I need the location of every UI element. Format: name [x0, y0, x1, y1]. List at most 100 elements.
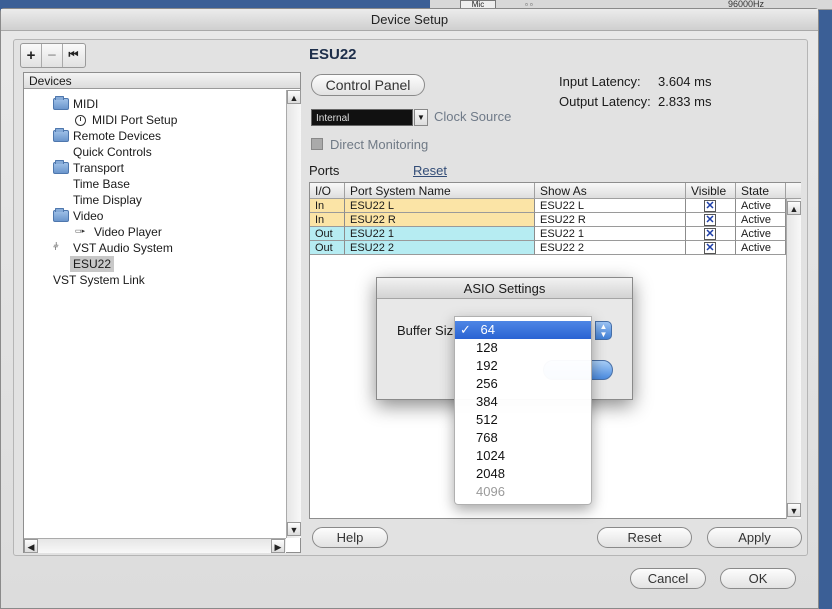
help-button[interactable]: Help	[312, 527, 388, 548]
chevron-down-icon[interactable]: ▼	[414, 109, 428, 126]
control-panel-button[interactable]: Control Panel	[311, 74, 425, 96]
row-port-name: ESU22 R	[345, 213, 535, 227]
row-port-name: ESU22 L	[345, 199, 535, 213]
tree-item-vst-audio-system[interactable]: ⫩ VST Audio System	[53, 240, 173, 256]
direct-monitoring-label: Direct Monitoring	[330, 137, 429, 152]
tree-item-video[interactable]: Video	[53, 208, 103, 224]
clock-source-label: Clock Source	[434, 109, 512, 124]
tree-item-time-base[interactable]: Time Base	[73, 176, 130, 192]
column-header-visible[interactable]: Visible	[686, 183, 736, 199]
column-header-state[interactable]: State	[736, 183, 786, 199]
devices-vertical-scrollbar[interactable]: ▲ ▼	[286, 90, 301, 538]
tree-item-label: VST Audio System	[73, 241, 173, 255]
row-show-as[interactable]: ESU22 L	[535, 199, 686, 213]
devices-toolbar: + − ⏮	[20, 43, 86, 68]
table-row[interactable]: In ESU22 R ESU22 R ✕ Active	[310, 213, 786, 227]
scroll-down-arrow-icon[interactable]: ▼	[287, 522, 301, 536]
clock-source-select[interactable]: Internal	[311, 109, 413, 126]
apply-button[interactable]: Apply	[707, 527, 802, 548]
buffer-option[interactable]: 128	[455, 339, 591, 357]
ports-label: Ports	[309, 163, 340, 178]
buffer-option[interactable]: 384	[455, 393, 591, 411]
buffer-option[interactable]: 2048	[455, 465, 591, 483]
latency-values: 3.604 ms 2.833 ms	[658, 72, 711, 112]
reset-device-button[interactable]: ⏮	[63, 44, 84, 67]
video-icon: ▭▸	[75, 228, 86, 235]
buffer-option[interactable]: 512	[455, 411, 591, 429]
tree-item-transport[interactable]: Transport	[53, 160, 124, 176]
tree-item-label: Time Display	[73, 193, 142, 207]
devices-horizontal-scrollbar[interactable]: ◀ ▶	[24, 538, 286, 553]
tree-item-time-display[interactable]: Time Display	[73, 192, 142, 208]
scroll-down-arrow-icon[interactable]: ▼	[787, 503, 801, 517]
buffer-option-disabled: 4096	[476, 484, 505, 499]
buffer-option[interactable]: 256	[455, 375, 591, 393]
row-io: Out	[310, 241, 345, 255]
visible-checkbox[interactable]: ✕	[704, 214, 716, 226]
option-label: 64	[480, 322, 495, 337]
tree-item-midi[interactable]: MIDI	[53, 96, 98, 112]
tree-item-midi-port-setup[interactable]: MIDI Port Setup	[75, 112, 177, 128]
window-title: Device Setup	[1, 9, 818, 31]
scroll-right-arrow-icon[interactable]: ▶	[271, 539, 285, 553]
folder-icon	[53, 208, 69, 222]
tree-item-video-player[interactable]: ▭▸ Video Player	[75, 224, 162, 240]
buffer-option-selected[interactable]: ✓ 64	[455, 321, 591, 339]
table-row[interactable]: In ESU22 L ESU22 L ✕ Active	[310, 199, 786, 213]
column-header-io[interactable]: I/O	[310, 183, 345, 199]
tree-item-remote-devices[interactable]: Remote Devices	[53, 128, 161, 144]
device-title: ESU22	[309, 46, 357, 63]
row-io: In	[310, 199, 345, 213]
tree-item-label: Time Base	[73, 177, 130, 191]
scroll-up-arrow-icon[interactable]: ▲	[287, 90, 301, 104]
latency-labels: Input Latency: Output Latency:	[559, 72, 651, 112]
tree-item-vst-system-link[interactable]: VST System Link	[53, 272, 145, 288]
row-show-as[interactable]: ESU22 R	[535, 213, 686, 227]
tree-item-label: Transport	[73, 161, 124, 175]
reset-button[interactable]: Reset	[597, 527, 692, 548]
row-port-name: ESU22 2	[345, 241, 535, 255]
buffer-option[interactable]: 1024	[455, 447, 591, 465]
visible-checkbox[interactable]: ✕	[704, 242, 716, 254]
select-arrows-icon[interactable]: ▲ ▼	[595, 321, 612, 340]
row-state: Active	[736, 213, 786, 227]
tree-item-label: MIDI Port Setup	[92, 113, 178, 127]
row-port-name: ESU22 1	[345, 227, 535, 241]
buffer-size-dropdown[interactable]: ✓ 64 128 192 256 384 512 768 1024 2048 4…	[454, 316, 592, 505]
table-row[interactable]: Out ESU22 1 ESU22 1 ✕ Active	[310, 227, 786, 241]
tree-item-label: Remote Devices	[73, 129, 162, 143]
vst-icon: ⫩	[53, 242, 59, 253]
ports-vertical-scrollbar[interactable]: ▲ ▼	[786, 199, 801, 519]
scroll-left-arrow-icon[interactable]: ◀	[24, 539, 38, 553]
clock-icon	[75, 114, 86, 126]
tree-item-label: MIDI	[73, 97, 99, 111]
tree-item-label: Quick Controls	[73, 145, 152, 159]
add-device-button[interactable]: +	[21, 44, 42, 67]
ok-button[interactable]: OK	[720, 568, 796, 589]
folder-icon	[53, 128, 69, 142]
tree-item-label: VST System Link	[53, 273, 145, 287]
cancel-button[interactable]: Cancel	[630, 568, 706, 589]
visible-checkbox[interactable]: ✕	[704, 200, 716, 212]
buffer-size-label: Buffer Siz	[397, 323, 454, 338]
visible-checkbox[interactable]: ✕	[704, 228, 716, 240]
tree-item-label: ESU22	[73, 257, 112, 271]
table-row[interactable]: Out ESU22 2 ESU22 2 ✕ Active	[310, 241, 786, 255]
tree-item-esu22[interactable]: ESU22	[70, 256, 115, 272]
devices-panel: Devices MIDI MIDI Port Setup Remote Devi…	[23, 72, 301, 553]
row-show-as[interactable]: ESU22 2	[535, 241, 686, 255]
column-header-port-system-name[interactable]: Port System Name	[345, 183, 535, 199]
input-latency-label: Input Latency:	[559, 74, 641, 89]
ports-reset-link[interactable]: Reset	[413, 163, 447, 178]
buffer-option[interactable]: 192	[455, 357, 591, 375]
tree-item-quick-controls[interactable]: Quick Controls	[73, 144, 152, 160]
folder-icon	[53, 160, 69, 174]
remove-device-button[interactable]: −	[42, 44, 63, 67]
row-show-as[interactable]: ESU22 1	[535, 227, 686, 241]
asio-dialog-title: ASIO Settings	[377, 278, 632, 299]
scroll-up-arrow-icon[interactable]: ▲	[787, 201, 801, 215]
row-io: In	[310, 213, 345, 227]
direct-monitoring-checkbox[interactable]	[311, 138, 323, 150]
column-header-show-as[interactable]: Show As	[535, 183, 686, 199]
buffer-option[interactable]: 768	[455, 429, 591, 447]
